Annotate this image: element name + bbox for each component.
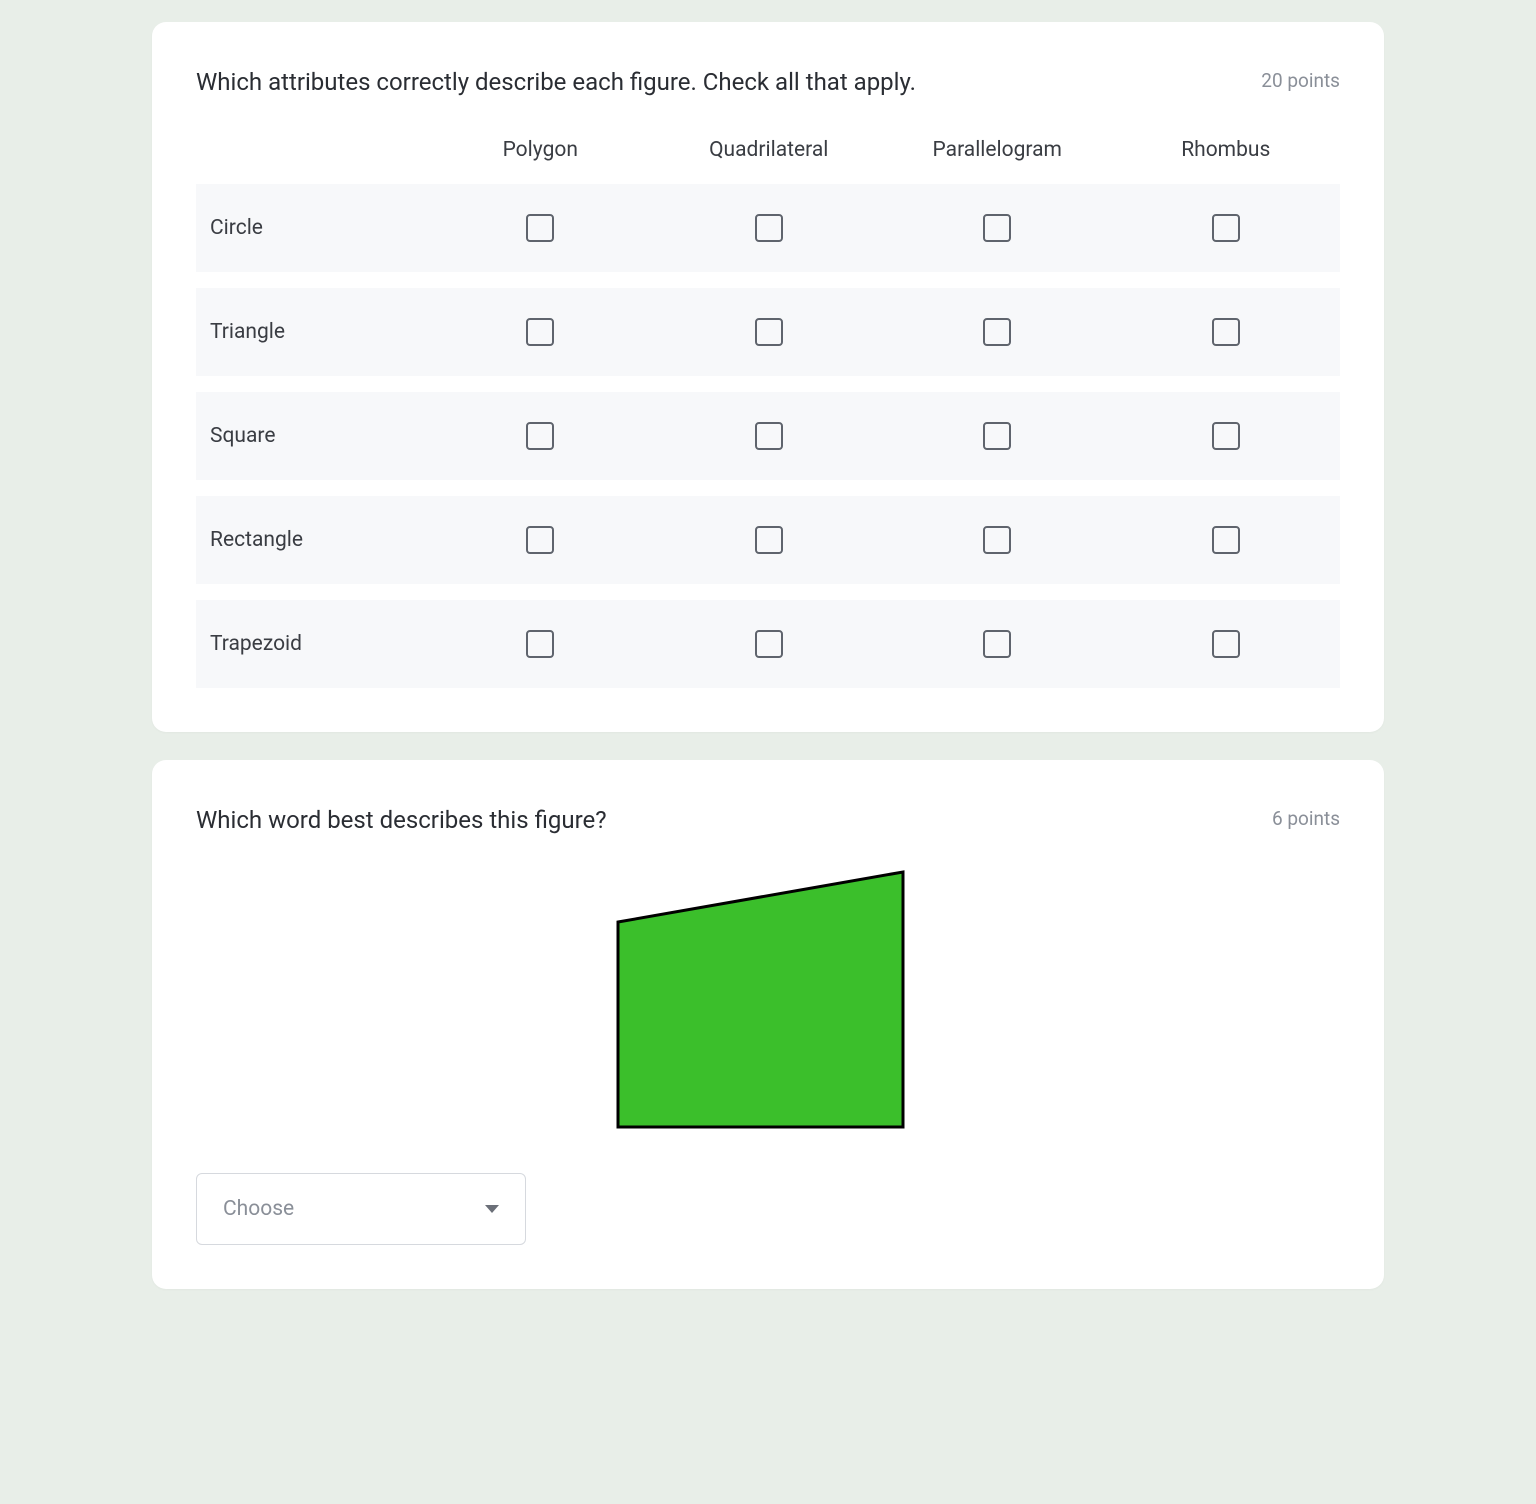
question2-points: 6 points	[1272, 804, 1340, 830]
matrix-row-trapezoid: Trapezoid	[196, 600, 1340, 688]
row-label: Triangle	[196, 320, 426, 344]
question1-header: Which attributes correctly describe each…	[196, 66, 1340, 98]
checkbox-rectangle-polygon[interactable]	[526, 526, 554, 554]
column-header: Rhombus	[1112, 138, 1341, 162]
checkbox-circle-rhombus[interactable]	[1212, 214, 1240, 242]
matrix-header-row: Polygon Quadrilateral Parallelogram Rhom…	[196, 138, 1340, 184]
row-label: Rectangle	[196, 528, 426, 552]
matrix-row-circle: Circle	[196, 184, 1340, 272]
figure-wrap	[196, 867, 1340, 1137]
dropdown-label: Choose	[223, 1197, 294, 1221]
answer-dropdown[interactable]: Choose	[196, 1173, 526, 1245]
checkbox-triangle-rhombus[interactable]	[1212, 318, 1240, 346]
question1-text: Which attributes correctly describe each…	[196, 66, 916, 98]
checkbox-rectangle-parallelogram[interactable]	[983, 526, 1011, 554]
row-label: Trapezoid	[196, 632, 426, 656]
checkbox-circle-quadrilateral[interactable]	[755, 214, 783, 242]
matrix-row-rectangle: Rectangle	[196, 496, 1340, 584]
matrix-row-triangle: Triangle	[196, 288, 1340, 376]
checkbox-trapezoid-polygon[interactable]	[526, 630, 554, 658]
trapezoid-figure	[608, 867, 928, 1137]
question2-text: Which word best describes this figure?	[196, 804, 607, 836]
column-header: Quadrilateral	[655, 138, 884, 162]
checkbox-square-rhombus[interactable]	[1212, 422, 1240, 450]
chevron-down-icon	[485, 1205, 499, 1213]
checkbox-trapezoid-parallelogram[interactable]	[983, 630, 1011, 658]
question2-header: Which word best describes this figure? 6…	[196, 804, 1340, 836]
checkbox-square-quadrilateral[interactable]	[755, 422, 783, 450]
column-header: Parallelogram	[883, 138, 1112, 162]
checkbox-triangle-polygon[interactable]	[526, 318, 554, 346]
checkbox-square-polygon[interactable]	[526, 422, 554, 450]
checkbox-square-parallelogram[interactable]	[983, 422, 1011, 450]
checkbox-circle-polygon[interactable]	[526, 214, 554, 242]
checkbox-triangle-quadrilateral[interactable]	[755, 318, 783, 346]
checkbox-rectangle-quadrilateral[interactable]	[755, 526, 783, 554]
question-card-2: Which word best describes this figure? 6…	[152, 760, 1384, 1288]
checkbox-circle-parallelogram[interactable]	[983, 214, 1011, 242]
matrix-row-square: Square	[196, 392, 1340, 480]
checkbox-triangle-parallelogram[interactable]	[983, 318, 1011, 346]
checkbox-trapezoid-rhombus[interactable]	[1212, 630, 1240, 658]
checkbox-rectangle-rhombus[interactable]	[1212, 526, 1240, 554]
row-label: Circle	[196, 216, 426, 240]
question1-points: 20 points	[1261, 66, 1340, 92]
column-header: Polygon	[426, 138, 655, 162]
row-label: Square	[196, 424, 426, 448]
question-card-1: Which attributes correctly describe each…	[152, 22, 1384, 732]
checkbox-trapezoid-quadrilateral[interactable]	[755, 630, 783, 658]
checkbox-matrix: Polygon Quadrilateral Parallelogram Rhom…	[196, 138, 1340, 688]
